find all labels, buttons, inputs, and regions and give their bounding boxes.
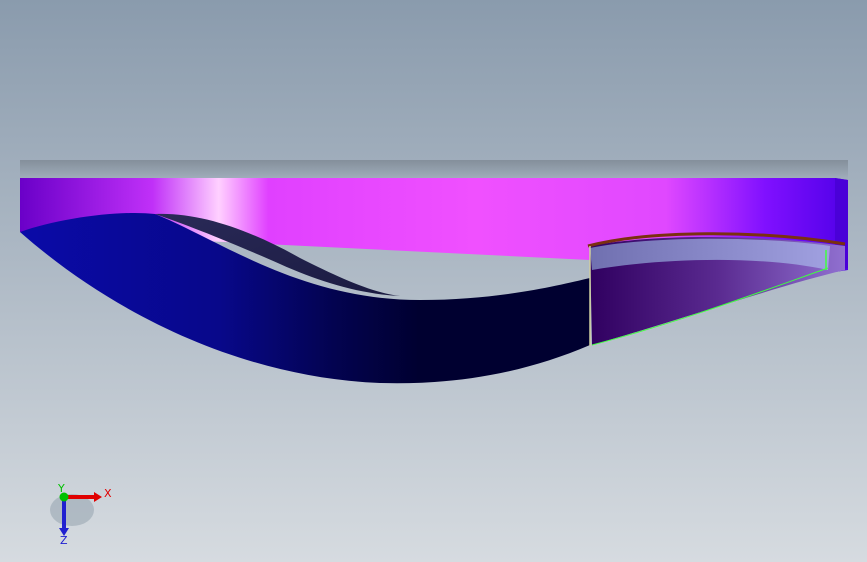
x-axis-label: X [104, 487, 112, 500]
part-shadow [20, 160, 848, 180]
y-axis-label: Y [57, 482, 65, 495]
z-axis-label: Z [60, 534, 68, 547]
graphics-viewport[interactable]: X Y Z [0, 0, 867, 562]
viewport-canvas[interactable]: X Y Z [0, 0, 867, 562]
